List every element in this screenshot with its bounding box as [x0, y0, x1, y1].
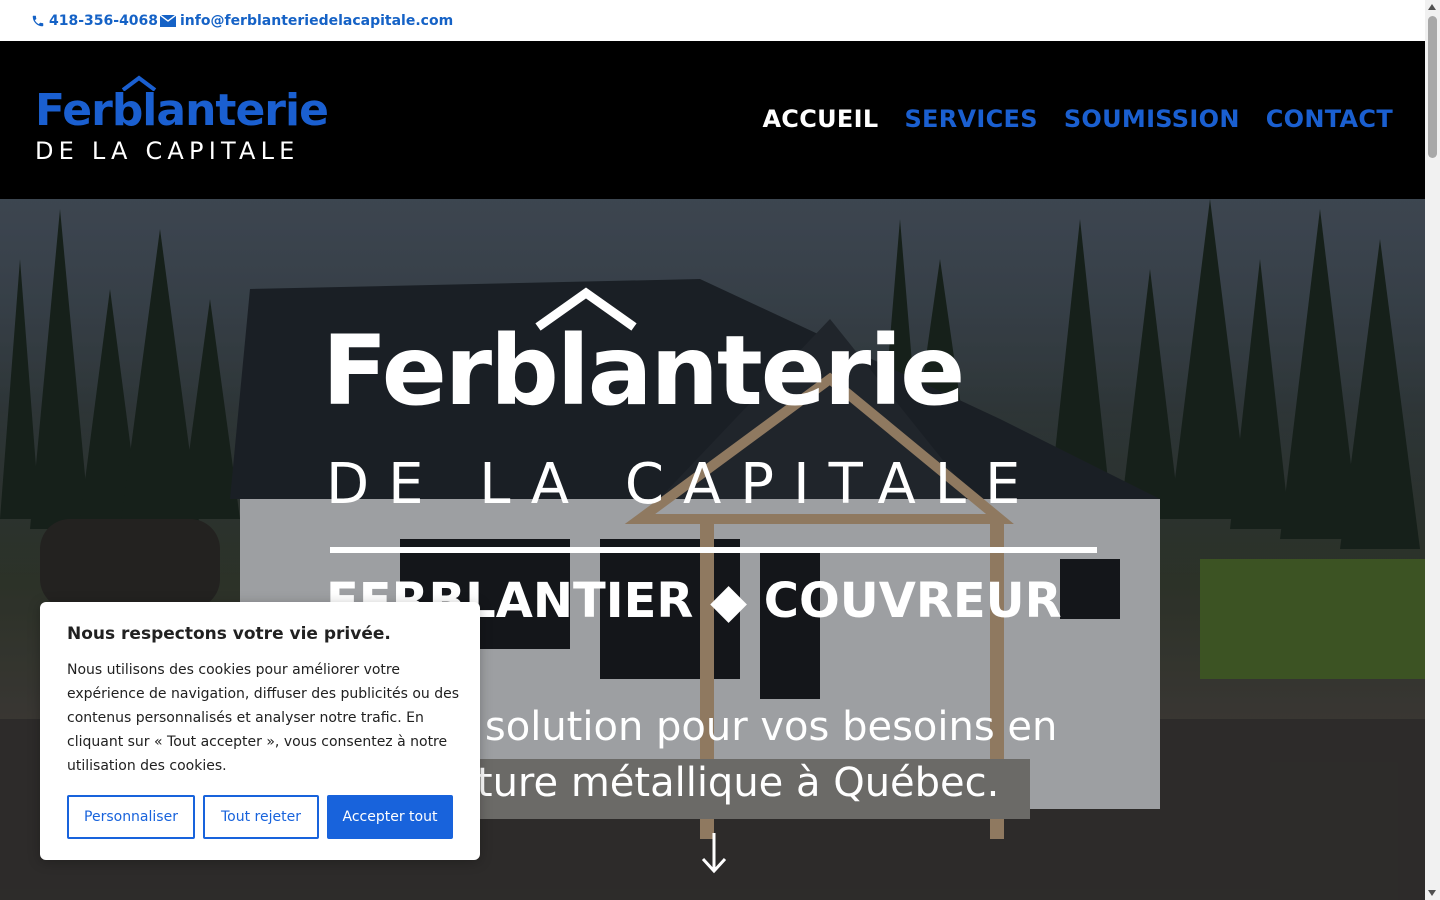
accept-all-button[interactable]: Accepter tout: [327, 795, 453, 839]
page-scrollbar[interactable]: [1425, 0, 1440, 900]
cookie-title: Nous respectons votre vie privée.: [67, 624, 391, 644]
envelope-icon: [160, 15, 176, 27]
scroll-up-icon[interactable]: [1428, 4, 1436, 10]
hero-sub-text: DE LA CAPITALE: [326, 452, 1040, 517]
email-link[interactable]: info@ferblanteriedelacapitale.com: [160, 11, 453, 31]
phone-icon: [32, 15, 44, 27]
hero-divider: [330, 547, 1097, 553]
hero-brand-text: Ferblanterie: [322, 315, 965, 427]
site-logo[interactable]: Ferblanterie DE LA CAPITALE: [35, 75, 345, 167]
main-nav: ACCUEIL SERVICES SOUMISSION CONTACT: [762, 105, 1393, 133]
nav-item-contact[interactable]: CONTACT: [1266, 105, 1393, 133]
nav-item-services[interactable]: SERVICES: [904, 105, 1037, 133]
cookie-consent-banner: Nous respectons votre vie privée. Nous u…: [40, 602, 480, 860]
logo-sub-text: DE LA CAPITALE: [35, 137, 300, 165]
customize-button[interactable]: Personnaliser: [67, 795, 195, 839]
phone-link[interactable]: 418-356-4068: [31, 11, 158, 31]
nav-item-soumission[interactable]: SOUMISSION: [1064, 105, 1240, 133]
scroll-down-icon[interactable]: [1428, 890, 1436, 896]
scrollbar-thumb[interactable]: [1428, 16, 1437, 158]
nav-item-accueil[interactable]: ACCUEIL: [762, 105, 878, 133]
reject-all-button[interactable]: Tout rejeter: [203, 795, 319, 839]
email-address: info@ferblanteriedelacapitale.com: [180, 13, 454, 29]
top-contact-bar: 418-356-4068 info@ferblanteriedelacapita…: [0, 0, 1425, 41]
arrow-down-icon[interactable]: [700, 831, 728, 875]
site-header: Ferblanterie DE LA CAPITALE ACCUEIL SERV…: [0, 41, 1425, 199]
logo-brand-text: Ferblanterie: [35, 85, 329, 136]
cookie-body: Nous utilisons des cookies pour améliore…: [67, 662, 459, 774]
phone-number: 418-356-4068: [49, 13, 159, 29]
